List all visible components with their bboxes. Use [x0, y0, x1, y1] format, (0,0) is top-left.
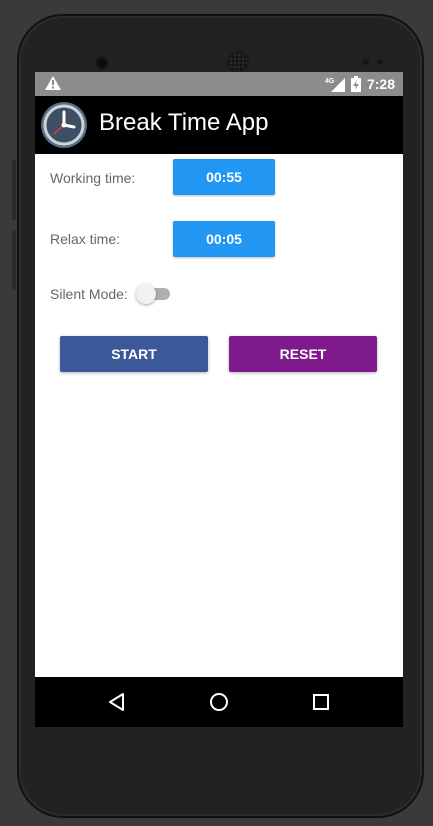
working-time-label: Working time: [50, 170, 136, 186]
status-bar: 4G 7:28 [35, 72, 403, 96]
status-time: 7:28 [366, 76, 395, 92]
silent-mode-switch[interactable] [136, 284, 172, 304]
silent-mode-label: Silent Mode: [50, 286, 128, 302]
switch-thumb [136, 284, 156, 304]
reset-button[interactable]: RESET [229, 336, 377, 372]
back-icon[interactable] [107, 692, 127, 712]
navigation-bar [35, 677, 403, 727]
recents-icon[interactable] [311, 692, 331, 712]
front-camera [97, 58, 107, 68]
proximity-sensors [363, 59, 385, 65]
relax-time-button[interactable]: 00:05 [173, 221, 275, 257]
start-button[interactable]: START [60, 336, 208, 372]
status-icons: 4G 7:28 [325, 75, 395, 93]
earpiece-speaker [229, 53, 247, 71]
power-button [12, 230, 16, 290]
home-icon[interactable] [209, 692, 229, 712]
signal-icon: 4G [325, 78, 345, 92]
warning-icon [45, 76, 61, 90]
app-bar: Break Time App [35, 96, 403, 154]
working-time-button[interactable]: 00:55 [173, 159, 275, 195]
app-screen: 4G 7:28 Break Time App Working time: 00:… [35, 72, 403, 727]
relax-time-label: Relax time: [50, 231, 121, 247]
battery-charging-icon [350, 76, 361, 92]
volume-button [12, 160, 16, 220]
app-title: Break Time App [99, 109, 269, 136]
clock-icon [41, 102, 87, 148]
network-type: 4G [325, 78, 335, 85]
